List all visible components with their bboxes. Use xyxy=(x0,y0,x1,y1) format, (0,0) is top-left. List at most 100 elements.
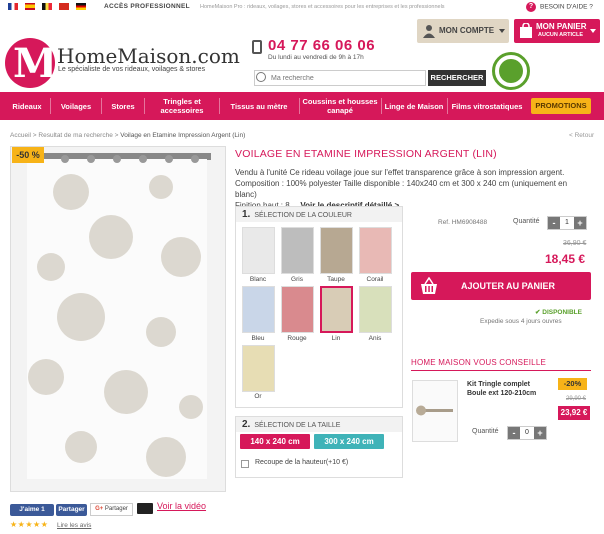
recommend-price: 23,92 € xyxy=(558,406,590,420)
cart-count: AUCUN ARTICLE xyxy=(538,32,584,38)
swatch-bleu[interactable] xyxy=(242,286,275,333)
shipping-info: Expedie sous 4 jours ouvres xyxy=(480,318,562,325)
curtain-image xyxy=(11,147,225,491)
breadcrumb-home[interactable]: Accueil xyxy=(10,132,31,139)
search-icon xyxy=(256,72,266,82)
flag-ch-icon[interactable] xyxy=(59,3,69,10)
reviews-link[interactable]: Lire les avis xyxy=(57,522,91,529)
breadcrumb-separator: > xyxy=(32,132,37,139)
nav-item-tringles[interactable]: Tringles et accessoires xyxy=(146,92,218,120)
facebook-share-button[interactable]: Partager xyxy=(56,504,87,516)
phone-number: 04 77 66 06 06 xyxy=(268,37,376,54)
nav-item-stores[interactable]: Stores xyxy=(102,92,144,120)
logo-icon[interactable]: M xyxy=(5,38,57,88)
search-input[interactable] xyxy=(271,72,421,84)
swatch-rouge[interactable] xyxy=(281,286,314,333)
breadcrumb-current: Voilage en Etamine Impression Argent (Li… xyxy=(120,132,246,139)
size-140x240-button[interactable]: 140 x 240 cm xyxy=(240,434,310,449)
main-nav: Rideaux Voilages Stores Tringles et acce… xyxy=(0,92,604,120)
decrement-button[interactable]: - xyxy=(548,217,560,229)
tringle-icon xyxy=(416,405,453,416)
help-label: BESOIN D'AIDE ? xyxy=(540,3,593,11)
user-icon xyxy=(423,25,435,38)
divider xyxy=(411,370,591,371)
eco-badge-icon xyxy=(492,52,530,90)
swatch-taupe[interactable] xyxy=(320,227,353,274)
current-price: 18,45 € xyxy=(545,252,586,266)
swatch-lin[interactable] xyxy=(320,286,353,333)
flag-de-icon[interactable] xyxy=(76,3,86,10)
discount-badge: -50 % xyxy=(12,147,44,163)
promotions-button[interactable]: PROMOTIONS xyxy=(531,98,591,114)
flag-be-icon[interactable] xyxy=(42,3,52,10)
nav-item-tissus[interactable]: Tissus au mètre xyxy=(220,92,298,120)
quantity-value[interactable]: 1 xyxy=(560,217,574,229)
swatch-or[interactable] xyxy=(242,345,275,392)
recommend-discount: -20% xyxy=(558,378,587,390)
swatch-label: Anis xyxy=(368,335,382,342)
increment-button[interactable]: + xyxy=(534,427,546,439)
back-link[interactable]: < Retour xyxy=(569,132,594,139)
decrement-button[interactable]: - xyxy=(508,427,520,439)
video-link[interactable]: Voir la vidéo xyxy=(157,501,206,511)
swatch-label: Lin xyxy=(331,335,341,342)
flag-es-icon[interactable] xyxy=(25,3,35,10)
nav-item-films[interactable]: Films vitrostatiques xyxy=(448,92,526,120)
nav-item-rideaux[interactable]: Rideaux xyxy=(4,92,50,120)
swatch-anis[interactable] xyxy=(359,286,392,333)
swatch-label: Blanc xyxy=(249,276,267,283)
quantity-value[interactable]: 0 xyxy=(520,427,534,439)
add-to-cart-label: AJOUTER AU PANIER xyxy=(461,281,556,291)
recommend-title: HOME MAISON VOUS CONSEILLE xyxy=(411,358,547,367)
recut-label: Recoupe de la hauteur(+10 €) xyxy=(255,459,349,466)
cart-label: MON PANIER xyxy=(536,22,587,31)
recommend-quantity-label: Quantité xyxy=(472,428,499,435)
swatch-label: Or xyxy=(254,393,262,400)
recut-checkbox[interactable] xyxy=(241,460,249,468)
recommend-old-price: 29,90 € xyxy=(566,396,587,402)
video-camera-icon xyxy=(137,503,153,514)
swatch-label: Corail xyxy=(366,276,384,283)
pro-access-link[interactable]: ACCÈS PROFESSIONNEL xyxy=(104,3,190,10)
old-price: 36,90 € xyxy=(563,240,587,247)
search-box xyxy=(254,70,426,86)
swatch-blanc[interactable] xyxy=(242,227,275,274)
brand-name[interactable]: HomeMaison.com xyxy=(57,44,240,68)
swatch-label: Taupe xyxy=(327,276,345,283)
add-to-cart-button[interactable]: AJOUTER AU PANIER xyxy=(411,272,591,300)
stock-status: ✔ DISPONIBLE xyxy=(535,309,582,316)
nav-item-coussins[interactable]: Coussins et housses canapé xyxy=(300,92,380,120)
cart-button[interactable]: MON PANIER AUCUN ARTICLE xyxy=(514,19,600,43)
swatch-gris[interactable] xyxy=(281,227,314,274)
size-300x240-button[interactable]: 300 x 240 cm xyxy=(314,434,384,449)
top-bar: ACCÈS PROFESSIONNEL HomeMaison Pro : rid… xyxy=(0,0,604,14)
breadcrumb-search[interactable]: Resultat de ma recherche xyxy=(38,132,112,139)
quantity-stepper[interactable]: - 1 + xyxy=(547,216,587,230)
account-button[interactable]: MON COMPTE xyxy=(417,19,509,43)
swatch-label: Bleu xyxy=(251,335,265,342)
swatch-corail[interactable] xyxy=(359,227,392,274)
nav-item-linge[interactable]: Linge de Maison xyxy=(382,92,446,120)
help-link[interactable]: ? BESOIN D'AIDE ? xyxy=(526,2,593,12)
swatch-label: Gris xyxy=(291,276,303,283)
facebook-like-button[interactable]: J'aime 1 xyxy=(10,504,54,516)
chevron-down-icon xyxy=(499,29,505,33)
opening-hours: Du lundi au vendredi de 9h à 17h xyxy=(268,54,364,61)
nav-item-voilages[interactable]: Voilages xyxy=(51,92,101,120)
increment-button[interactable]: + xyxy=(574,217,586,229)
chevron-down-icon xyxy=(590,29,596,33)
pro-description: HomeMaison Pro : rideaux, voilages, stor… xyxy=(200,4,445,10)
recommend-image[interactable] xyxy=(412,380,458,442)
rating-stars: ★★★★★ xyxy=(10,520,49,529)
size-section-header: 2. SÉLECTION DE LA TAILLE xyxy=(236,417,402,432)
breadcrumb-separator: > xyxy=(114,132,119,139)
recommend-item-title[interactable]: Kit Tringle complet Boule ext 120-210cm xyxy=(467,380,539,398)
desc-line: Composition : 100% polyester Taille disp… xyxy=(235,179,568,199)
google-share-button[interactable]: G+ Partager xyxy=(90,503,133,516)
breadcrumb: Accueil > Resultat de ma recherche > Voi… xyxy=(10,132,245,139)
recommend-quantity-stepper[interactable]: - 0 + xyxy=(507,426,547,440)
search-button[interactable]: RECHERCHER xyxy=(428,70,486,86)
flag-fr-icon[interactable] xyxy=(8,3,18,10)
product-image[interactable] xyxy=(10,146,226,492)
swatch-label: Rouge xyxy=(287,335,307,342)
